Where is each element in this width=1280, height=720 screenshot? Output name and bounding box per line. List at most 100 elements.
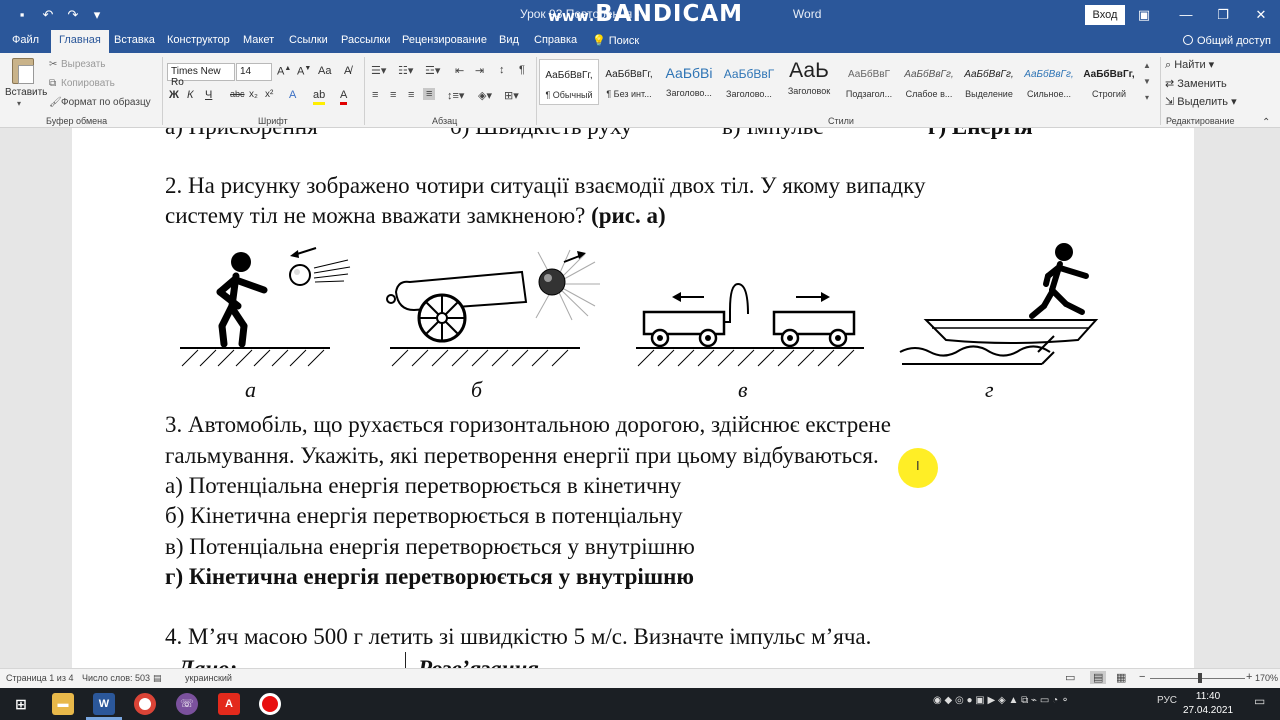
font-color-icon[interactable]: A xyxy=(340,89,348,105)
tab-file[interactable]: Файл xyxy=(12,34,39,46)
zoom-in-icon[interactable]: + xyxy=(1246,671,1252,683)
proofing-icon[interactable]: ▤ xyxy=(153,673,162,684)
question-2-line-2: систему тіл не можна вважати замкненою? … xyxy=(165,203,666,228)
line-spacing-icon[interactable]: ↕≡▾ xyxy=(447,89,464,102)
undo-icon[interactable]: ↶ xyxy=(39,6,57,24)
style-heading-1[interactable]: АаБбВі Заголово... xyxy=(659,59,719,105)
bandicam-record-icon[interactable] xyxy=(259,693,281,715)
borders-icon[interactable]: ⊞▾ xyxy=(504,89,519,102)
tab-home[interactable]: Главная xyxy=(51,30,109,53)
tab-mailings[interactable]: Рассылки xyxy=(341,34,390,46)
tab-insert[interactable]: Вставка xyxy=(114,34,155,46)
font-size-box[interactable]: 14 xyxy=(236,63,272,81)
text-effects-icon[interactable]: A xyxy=(289,89,296,101)
italic-icon[interactable]: К xyxy=(187,89,193,101)
maximize-icon[interactable]: ❐ xyxy=(1212,4,1234,26)
read-mode-icon[interactable]: ▭ xyxy=(1065,671,1075,684)
collapse-ribbon-icon[interactable]: ⌃ xyxy=(1262,117,1270,128)
tab-review[interactable]: Рецензирование xyxy=(402,34,487,46)
tab-references[interactable]: Ссылки xyxy=(289,34,328,46)
align-center-icon[interactable]: ≡ xyxy=(390,89,396,101)
group-separator xyxy=(1160,57,1161,125)
style-subtitle[interactable]: АаБбВвГ Подзагол... xyxy=(839,59,899,105)
style-normal[interactable]: АаБбВвГг, ¶ Обычный xyxy=(539,59,599,105)
close-icon[interactable]: ✕ xyxy=(1250,4,1272,26)
question-3-option-a: а) Потенціальна енергія перетворюється в… xyxy=(165,473,682,498)
change-case-icon[interactable]: Aa xyxy=(318,65,331,77)
style-heading-2[interactable]: АаБбВвГ Заголово... xyxy=(719,59,779,105)
tab-search[interactable]: 💡 Поиск xyxy=(592,34,639,47)
style-strong[interactable]: АаБбВвГг, Строгий xyxy=(1079,59,1139,105)
align-left-icon[interactable]: ≡ xyxy=(372,89,378,101)
login-button[interactable]: Вход xyxy=(1085,5,1125,25)
show-marks-icon[interactable]: ¶ xyxy=(519,64,525,76)
more-styles-icon[interactable]: ▾ xyxy=(1141,90,1153,106)
clear-format-icon[interactable]: A̸ xyxy=(344,65,351,77)
language-indicator[interactable]: украинский xyxy=(185,673,232,683)
align-right-icon[interactable]: ≡ xyxy=(408,89,414,101)
highlight-color-icon[interactable]: ab xyxy=(313,89,326,105)
paste-button[interactable]: Вставить xyxy=(5,87,47,98)
underline-icon[interactable]: Ч xyxy=(205,89,212,101)
word-count[interactable]: Число слов: 503 xyxy=(82,673,150,683)
select-button[interactable]: ⇲ Выделить ▾ xyxy=(1165,95,1237,108)
word-app-icon[interactable]: W xyxy=(93,693,115,715)
redo-icon[interactable]: ↷ xyxy=(64,6,82,24)
replace-button[interactable]: ⇄ Заменить xyxy=(1165,77,1227,90)
gallery-scroll[interactable]: ▲ ▼ ▾ xyxy=(1141,58,1153,108)
system-clock[interactable]: 11:40 27.04.2021 xyxy=(1183,690,1233,718)
chevron-down-icon[interactable]: ▼ xyxy=(1141,74,1153,90)
tab-help[interactable]: Справка xyxy=(534,34,577,46)
style-no-spacing[interactable]: АаБбВвГг, ¶ Без инт... xyxy=(599,59,659,105)
format-painter-button[interactable]: 🖌Формат по образцу xyxy=(49,97,151,108)
document-area[interactable]: а) Прискорення б) Швидкість руху в) Імпу… xyxy=(0,128,1280,668)
superscript-icon[interactable]: x² xyxy=(265,89,273,100)
decrease-indent-icon[interactable]: ⇤ xyxy=(455,64,464,77)
find-button[interactable]: ⌕ Найти ▾ xyxy=(1165,58,1214,72)
chevron-down-icon[interactable]: ▾ xyxy=(17,99,21,108)
tab-design[interactable]: Конструктор xyxy=(167,34,230,46)
multilevel-list-icon[interactable]: ☲▾ xyxy=(425,64,440,77)
paste-icon[interactable] xyxy=(12,58,34,84)
increase-indent-icon[interactable]: ⇥ xyxy=(475,64,484,77)
input-language[interactable]: РУС xyxy=(1157,695,1177,706)
bullets-icon[interactable]: ☰▾ xyxy=(371,64,386,77)
windows-start-icon[interactable]: ⊞ xyxy=(10,693,32,715)
share-button[interactable]: Общий доступ xyxy=(1183,35,1271,47)
tab-view[interactable]: Вид xyxy=(499,34,519,46)
page-count[interactable]: Страница 1 из 4 xyxy=(6,673,73,683)
shrink-font-icon[interactable]: A▼ xyxy=(297,65,311,78)
shading-icon[interactable]: ◈▾ xyxy=(478,89,492,102)
viber-icon[interactable]: ☏ xyxy=(176,693,198,715)
save-icon[interactable]: ▪ xyxy=(13,6,31,24)
style-subtle-emphasis[interactable]: АаБбВвГг, Слабое в... xyxy=(899,59,959,105)
bold-icon[interactable]: Ж xyxy=(169,89,179,101)
web-layout-icon[interactable]: ▦ xyxy=(1116,671,1126,684)
copy-button[interactable]: ⧉ Копировать xyxy=(49,78,115,89)
style-title[interactable]: АаЬ Заголовок xyxy=(779,59,839,105)
customize-toolbar-icon[interactable]: ▾ xyxy=(88,6,106,24)
cut-button[interactable]: ✂ Вырезать xyxy=(49,59,105,70)
font-name-box[interactable]: Times New Ro xyxy=(167,63,235,88)
minimize-icon[interactable]: — xyxy=(1175,4,1197,26)
subscript-icon[interactable]: x₂ xyxy=(249,89,258,100)
grow-font-icon[interactable]: A▲ xyxy=(277,65,291,78)
zoom-level[interactable]: 170% xyxy=(1255,673,1278,683)
style-emphasis[interactable]: АаБбВвГг, Выделение xyxy=(959,59,1019,105)
zoom-out-icon[interactable]: − xyxy=(1139,671,1145,683)
chevron-up-icon[interactable]: ▲ xyxy=(1141,58,1153,74)
tray-icons[interactable]: ◉ ◆ ◎ ● ▣ ▶ ◈ ▲ ⧉ ⌁ ▭ ◔ ⚬ xyxy=(933,695,1069,706)
tab-layout[interactable]: Макет xyxy=(243,34,274,46)
style-intense-emphasis[interactable]: АаБбВвГг, Сильное... xyxy=(1019,59,1079,105)
zoom-slider-thumb[interactable] xyxy=(1198,673,1202,683)
sort-icon[interactable]: ↕ xyxy=(499,64,505,76)
notifications-icon[interactable]: ▭ xyxy=(1254,694,1265,708)
file-explorer-icon[interactable]: ▬ xyxy=(52,693,74,715)
chrome-icon[interactable] xyxy=(134,693,156,715)
ribbon-display-icon[interactable]: ▣ xyxy=(1133,4,1155,26)
strikethrough-icon[interactable]: abc xyxy=(230,89,245,99)
numbering-icon[interactable]: ☷▾ xyxy=(398,64,413,77)
justify-icon[interactable]: ≡ xyxy=(423,88,436,100)
print-layout-icon[interactable]: ▤ xyxy=(1090,671,1107,684)
acrobat-icon[interactable]: A xyxy=(218,693,240,715)
